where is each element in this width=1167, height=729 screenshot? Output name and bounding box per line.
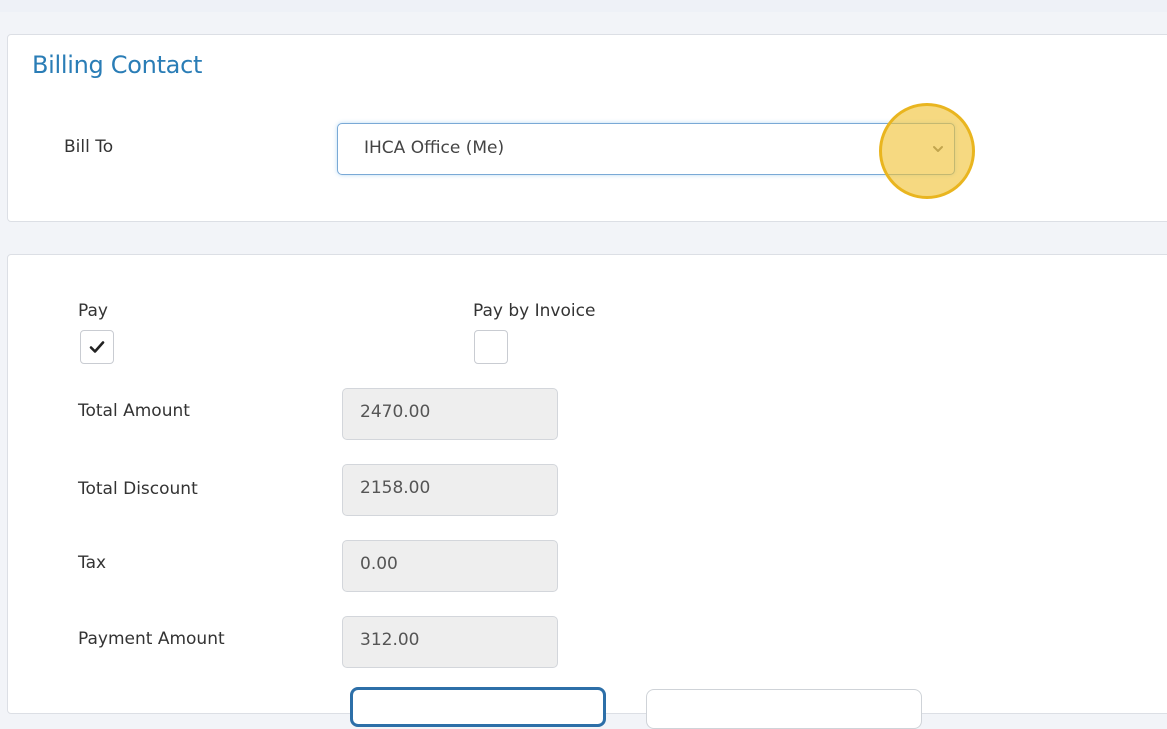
payment-amount-label: Payment Amount xyxy=(78,629,225,649)
total-amount-label: Total Amount xyxy=(78,401,190,421)
payment-amount-field[interactable]: 312.00 xyxy=(342,616,558,668)
total-amount-value: 2470.00 xyxy=(360,402,431,422)
billing-contact-title: Billing Contact xyxy=(32,51,203,79)
pay-checkbox[interactable] xyxy=(80,330,114,364)
total-discount-label: Total Discount xyxy=(78,479,198,499)
billing-contact-panel: Billing Contact Bill To IHCA Office (Me) xyxy=(7,34,1167,222)
payment-panel: Pay Pay by Invoice Total Amount 2470.00 … xyxy=(7,254,1167,729)
bill-to-selected-value: IHCA Office (Me) xyxy=(364,138,505,158)
tax-value: 0.00 xyxy=(360,554,398,574)
total-discount-field[interactable]: 2158.00 xyxy=(342,464,558,516)
pay-label: Pay xyxy=(78,301,108,321)
total-amount-field[interactable]: 2470.00 xyxy=(342,388,558,440)
tax-label: Tax xyxy=(78,553,107,573)
click-highlight-marker xyxy=(879,103,975,199)
checkmark-icon xyxy=(89,341,105,353)
primary-action-button[interactable] xyxy=(350,687,606,727)
secondary-action-button[interactable] xyxy=(646,689,922,729)
top-strip xyxy=(0,0,1167,12)
tax-field[interactable]: 0.00 xyxy=(342,540,558,592)
payment-amount-value: 312.00 xyxy=(360,630,420,650)
bill-to-select[interactable]: IHCA Office (Me) xyxy=(337,123,955,175)
pay-by-invoice-label: Pay by Invoice xyxy=(473,301,596,321)
pay-by-invoice-checkbox[interactable] xyxy=(474,330,508,364)
bill-to-label: Bill To xyxy=(64,137,114,157)
total-discount-value: 2158.00 xyxy=(360,478,431,498)
